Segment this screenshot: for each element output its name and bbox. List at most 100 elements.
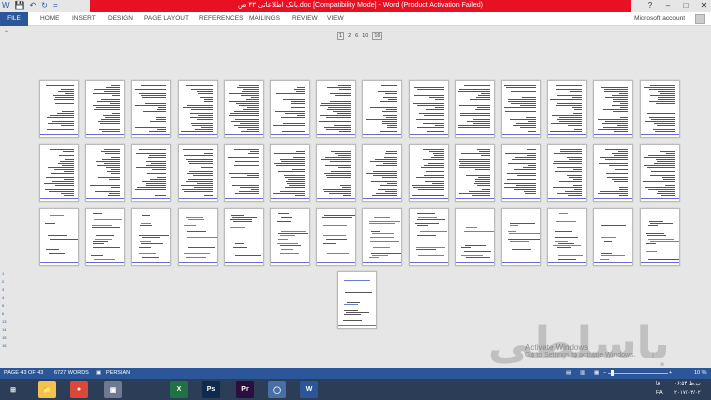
- page-thumbnail[interactable]: [316, 144, 357, 202]
- close-button[interactable]: ✕: [699, 0, 709, 12]
- taskbar-chrome-icon[interactable]: ●: [70, 381, 88, 398]
- nav-item[interactable]: 5: [2, 302, 8, 310]
- page-thumbnail[interactable]: [454, 144, 495, 202]
- nav-item[interactable]: 14: [2, 326, 8, 334]
- zoom-level[interactable]: 10 %: [694, 368, 707, 379]
- help-button[interactable]: ?: [645, 0, 655, 12]
- page-thumbnail[interactable]: [408, 80, 449, 138]
- page-thumbnail[interactable]: [177, 144, 218, 202]
- page-thumbnail[interactable]: [501, 80, 541, 138]
- tab-file[interactable]: FILE: [0, 12, 28, 26]
- page-thumbnail[interactable]: [270, 144, 310, 202]
- page-thumbnail[interactable]: [270, 208, 310, 266]
- tray-date[interactable]: ۲۰۱۷/۰۳/۰۲: [674, 390, 701, 396]
- customize-qat-icon[interactable]: =: [53, 0, 58, 12]
- redo-icon[interactable]: ↻: [41, 0, 48, 12]
- nav-item[interactable]: 6: [2, 310, 8, 318]
- page-thumbnail[interactable]: [593, 80, 634, 138]
- avatar[interactable]: [695, 14, 705, 24]
- page-selector-item[interactable]: 1: [337, 32, 345, 40]
- page-thumbnail[interactable]: [408, 144, 449, 202]
- nav-item[interactable]: 3: [2, 286, 8, 294]
- page-thumbnail[interactable]: [223, 144, 264, 202]
- page-thumbnail[interactable]: [501, 144, 541, 202]
- page-thumbnail[interactable]: [501, 208, 541, 266]
- page-thumbnail[interactable]: [316, 208, 357, 266]
- page-thumbnail[interactable]: [177, 80, 218, 138]
- nav-item[interactable]: 15: [2, 334, 8, 342]
- page-thumbnail[interactable]: [593, 144, 634, 202]
- page-thumbnail[interactable]: [639, 144, 680, 202]
- tab-references[interactable]: REFERENCES: [199, 12, 243, 26]
- nav-item[interactable]: 1: [2, 270, 8, 278]
- page-thumbnail[interactable]: [85, 144, 126, 202]
- taskbar-remote-icon[interactable]: ▣: [104, 381, 122, 398]
- tab-home[interactable]: HOME: [40, 12, 60, 26]
- zoom-slider[interactable]: [608, 370, 668, 376]
- language[interactable]: PERSIAN: [106, 368, 130, 379]
- proofing-icon[interactable]: ▣: [96, 368, 101, 379]
- undo-icon[interactable]: ↶: [30, 0, 37, 12]
- tray-language[interactable]: FA: [656, 390, 663, 396]
- account-name[interactable]: Microsoft account: [634, 12, 685, 26]
- page-thumbnail[interactable]: [547, 80, 588, 138]
- nav-item[interactable]: 4: [2, 294, 8, 302]
- page-thumbnail[interactable]: [547, 144, 588, 202]
- tab-mailings[interactable]: MAILINGS: [249, 12, 280, 26]
- save-icon[interactable]: 💾: [15, 0, 25, 12]
- page-selector-item[interactable]: 6: [355, 33, 358, 39]
- page-thumbnail[interactable]: [270, 80, 310, 138]
- page-thumbnail[interactable]: [316, 80, 357, 138]
- page-thumbnail[interactable]: [362, 144, 403, 202]
- page-thumbnail[interactable]: [362, 80, 403, 138]
- page-thumbnail[interactable]: [547, 208, 588, 266]
- page-selector-item[interactable]: 2: [348, 33, 351, 39]
- word-count[interactable]: 6727 WORDS: [54, 368, 89, 379]
- tab-design[interactable]: DESIGN: [108, 12, 133, 26]
- page-thumbnail[interactable]: [85, 208, 126, 266]
- page-thumbnail[interactable]: [362, 208, 403, 266]
- page-thumbnail[interactable]: [39, 208, 79, 266]
- tab-view[interactable]: VIEW: [327, 12, 344, 26]
- nav-item[interactable]: 13: [2, 318, 8, 326]
- page-thumbnail[interactable]: [454, 80, 495, 138]
- page-count[interactable]: PAGE 43 OF 43: [4, 368, 43, 379]
- web-layout-icon[interactable]: ▦: [594, 368, 599, 379]
- page-thumbnail[interactable]: [85, 80, 126, 138]
- taskbar-excel-icon[interactable]: X: [170, 381, 188, 398]
- page-thumbnail[interactable]: [39, 144, 79, 202]
- taskbar-premiere-icon[interactable]: Pr: [236, 381, 254, 398]
- maximize-button[interactable]: □: [681, 0, 691, 12]
- page-selector-item[interactable]: 10: [362, 33, 368, 39]
- minimize-button[interactable]: –: [663, 0, 673, 12]
- page-thumbnail[interactable]: [131, 144, 172, 202]
- tray-mode[interactable]: فا: [656, 381, 660, 387]
- zoom-in-button[interactable]: +: [669, 368, 672, 379]
- tray-time[interactable]: ۰۶:۵۴ ب.ظ: [674, 381, 701, 387]
- zoom-knob[interactable]: [611, 370, 615, 376]
- page-thumbnail[interactable]: [593, 208, 634, 266]
- page-thumbnail[interactable]: [639, 208, 680, 266]
- page-thumbnail[interactable]: [223, 208, 264, 266]
- nav-item[interactable]: 2: [2, 278, 8, 286]
- page-selector-item[interactable]: 16: [372, 32, 383, 40]
- print-layout-icon[interactable]: ▥: [580, 368, 585, 379]
- page-thumbnail[interactable]: [177, 208, 218, 266]
- taskbar-word-icon[interactable]: W: [300, 381, 318, 398]
- page-thumbnail[interactable]: [408, 208, 449, 266]
- ribbon-expand-icon[interactable]: ⌃: [4, 30, 9, 37]
- taskbar-chat-icon[interactable]: ◯: [268, 381, 286, 398]
- page-thumbnail[interactable]: [639, 80, 680, 138]
- page-thumbnail[interactable]: [131, 80, 172, 138]
- zoom-out-button[interactable]: −: [603, 368, 606, 379]
- taskbar-windows-icon[interactable]: ⊞: [4, 381, 22, 398]
- page-thumbnail[interactable]: [39, 80, 79, 138]
- taskbar-explorer-icon[interactable]: 📁: [38, 381, 56, 398]
- tab-page-layout[interactable]: PAGE LAYOUT: [144, 12, 189, 26]
- page-thumbnail[interactable]: [131, 208, 172, 266]
- page-thumbnail[interactable]: [223, 80, 264, 138]
- page-thumbnail[interactable]: [337, 271, 377, 329]
- read-mode-icon[interactable]: ▤: [566, 368, 571, 379]
- page-thumbnail[interactable]: [454, 208, 495, 266]
- tab-review[interactable]: REVIEW: [292, 12, 318, 26]
